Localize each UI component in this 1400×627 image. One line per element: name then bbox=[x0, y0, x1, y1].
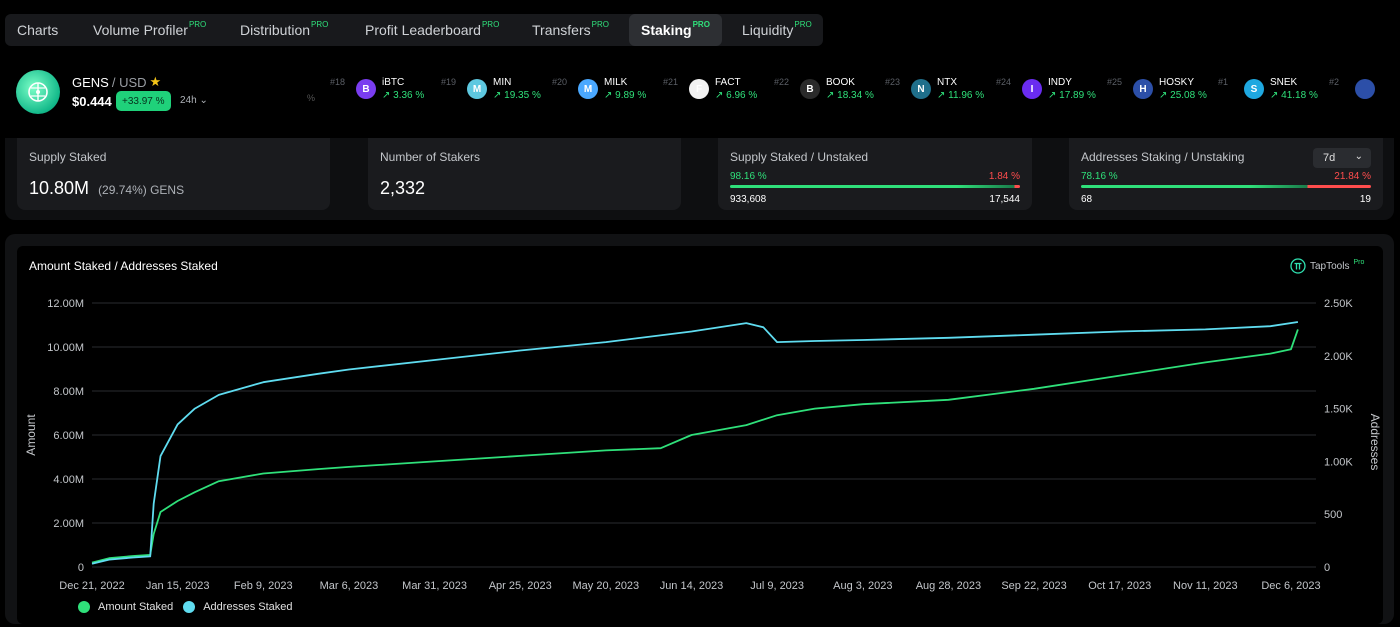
legend-dot-icon bbox=[183, 601, 196, 613]
x-tick-label: Apr 25, 2023 bbox=[489, 580, 552, 592]
legend-label: Amount Staked bbox=[98, 601, 174, 613]
y2-tick-label: 2.50K bbox=[1324, 298, 1353, 310]
legend-item[interactable]: Amount Staked bbox=[78, 601, 173, 613]
y-tick-label: 10.00M bbox=[47, 342, 84, 354]
y2-tick-label: 2.00K bbox=[1324, 351, 1353, 363]
y2-tick-label: 1.00K bbox=[1324, 456, 1353, 468]
x-tick-label: Aug 3, 2023 bbox=[833, 580, 892, 592]
y2-axis-label: Addresses bbox=[1368, 414, 1382, 471]
y2-tick-label: 500 bbox=[1324, 509, 1342, 521]
y2-tick-label: 1.50K bbox=[1324, 404, 1353, 416]
legend-label: Addresses Staked bbox=[203, 601, 293, 613]
y-tick-label: 2.00M bbox=[53, 518, 84, 530]
y-tick-label: 12.00M bbox=[47, 298, 84, 310]
x-tick-label: Mar 31, 2023 bbox=[402, 580, 467, 592]
x-tick-label: Sep 22, 2023 bbox=[1001, 580, 1066, 592]
x-tick-label: Mar 6, 2023 bbox=[320, 580, 379, 592]
x-tick-label: Dec 21, 2022 bbox=[59, 580, 124, 592]
y-tick-label: 0 bbox=[78, 562, 84, 574]
legend-dot-icon bbox=[78, 601, 90, 613]
x-tick-label: Feb 9, 2023 bbox=[234, 580, 293, 592]
y2-tick-label: 0 bbox=[1324, 562, 1330, 574]
legend-item[interactable]: Addresses Staked bbox=[183, 601, 293, 613]
x-tick-label: Jun 14, 2023 bbox=[660, 580, 724, 592]
series-line-addresses-staked bbox=[91, 321, 1299, 565]
x-tick-label: Jul 9, 2023 bbox=[750, 580, 804, 592]
y-tick-label: 4.00M bbox=[53, 474, 84, 486]
x-tick-label: Jan 15, 2023 bbox=[146, 580, 210, 592]
y-axis-label: Amount bbox=[24, 414, 38, 456]
y-tick-label: 6.00M bbox=[53, 430, 84, 442]
staking-line-chart: 0 2.00M 4.00M 6.00M 8.00M 10.00M 12.00M 0 500 1.0… bbox=[24, 298, 1382, 592]
chart-legend: Amount Staked Addresses Staked bbox=[78, 601, 303, 613]
x-tick-label: Dec 6, 2023 bbox=[1261, 580, 1320, 592]
x-tick-label: May 20, 2023 bbox=[573, 580, 640, 592]
series-line-amount-staked bbox=[91, 329, 1299, 564]
y-tick-label: 8.00M bbox=[53, 386, 84, 398]
x-tick-label: Nov 11, 2023 bbox=[1173, 580, 1238, 592]
x-tick-label: Aug 28, 2023 bbox=[916, 580, 981, 592]
x-tick-label: Oct 17, 2023 bbox=[1088, 580, 1151, 592]
